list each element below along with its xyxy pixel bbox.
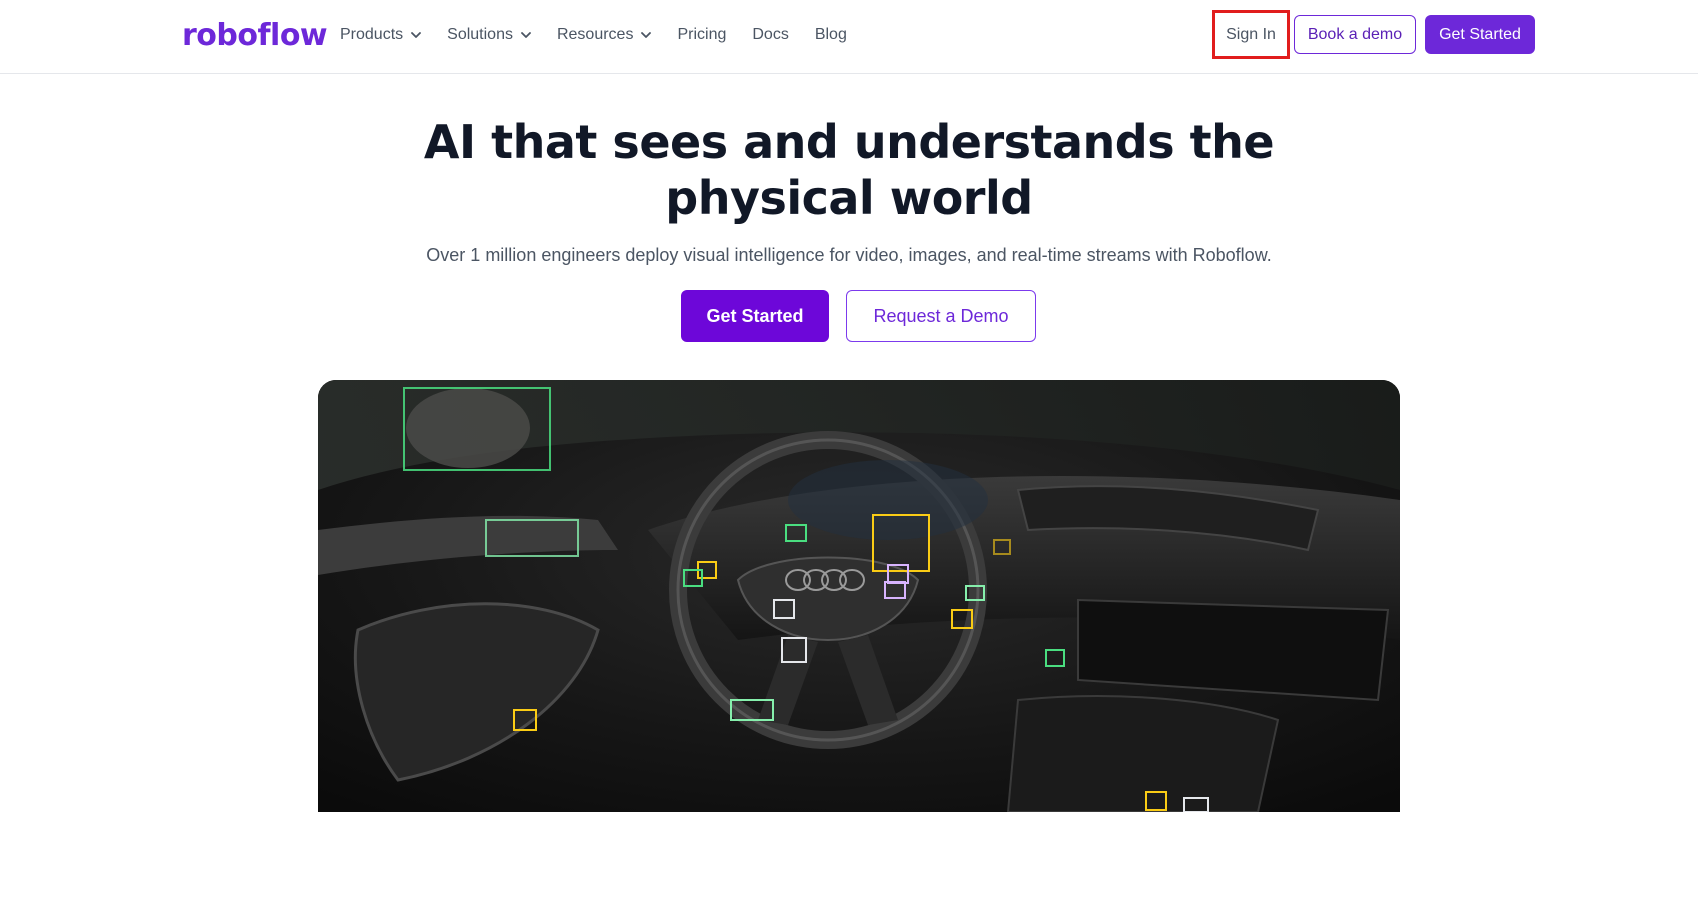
hero-title: AI that sees and understands the physica… (349, 114, 1349, 226)
nav-products-label: Products (340, 26, 404, 43)
hero-title-line1: AI that sees and understands the (423, 115, 1275, 169)
nav-products[interactable]: Products (340, 22, 422, 48)
chevron-down-icon (521, 30, 531, 40)
nav-solutions[interactable]: Solutions (447, 22, 531, 48)
request-demo-button[interactable]: Request a Demo (846, 290, 1036, 342)
nav-pricing[interactable]: Pricing (677, 22, 726, 48)
nav-resources-label: Resources (556, 26, 634, 43)
roboflow-logo[interactable]: roboflow (182, 16, 328, 56)
hero-video[interactable] (318, 380, 1400, 812)
site-header: roboflow Products Solutions Resources Pr… (0, 0, 1698, 74)
hero-subtitle: Over 1 million engineers deploy visual i… (426, 245, 1272, 265)
sign-in-button[interactable]: Sign In (1212, 10, 1290, 59)
hero-get-started-button[interactable]: Get Started (681, 290, 829, 342)
nav-blog[interactable]: Blog (815, 22, 847, 48)
nav-docs[interactable]: Docs (752, 22, 788, 48)
chevron-down-icon (641, 30, 652, 40)
main-nav: Products Solutions Resources Pricing Doc… (340, 22, 873, 48)
nav-resources[interactable]: Resources (556, 22, 652, 48)
hero-title-line2: physical world (665, 171, 1033, 225)
header-get-started-button[interactable]: Get Started (1425, 15, 1535, 54)
book-demo-button[interactable]: Book a demo (1294, 15, 1416, 54)
car-interior-illustration (318, 380, 1400, 812)
nav-solutions-label: Solutions (447, 26, 513, 43)
chevron-down-icon (411, 30, 422, 40)
